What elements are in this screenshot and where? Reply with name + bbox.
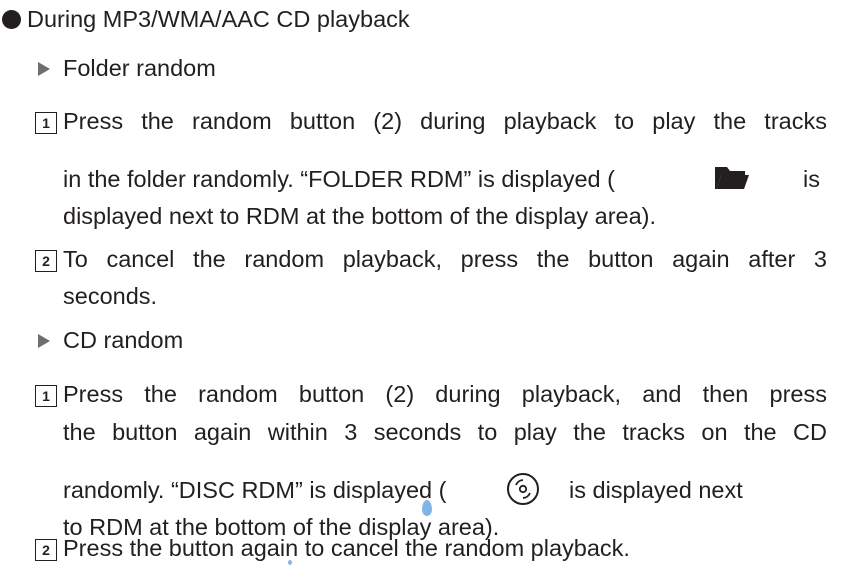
subsection-title-folder-random: Folder random <box>63 55 216 81</box>
step-text-line: is <box>803 166 820 192</box>
step-text-line: is displayed next <box>569 477 743 503</box>
step-number-2: 2 <box>35 250 57 272</box>
step-number-2: 2 <box>35 539 57 561</box>
step-text-line: Press the button again to cancel the ran… <box>63 535 630 561</box>
subsection-marker-icon <box>38 334 50 348</box>
subsection-marker-icon <box>38 62 50 76</box>
step-text-line: seconds. <box>63 283 158 309</box>
section-heading: During MP3/WMA/AAC CD playback <box>27 6 410 32</box>
decorative-mark <box>422 500 432 516</box>
step-text-line: Press the random button (2) during playb… <box>63 381 827 407</box>
step-text-line: randomly. “DISC RDM” is displayed ( <box>63 477 447 503</box>
subsection-title-cd-random: CD random <box>63 327 184 353</box>
step-text-line: displayed next to RDM at the bottom of t… <box>63 203 657 229</box>
step-text-line: in the folder randomly. “FOLDER RDM” is … <box>63 166 615 192</box>
disc-icon <box>506 472 540 512</box>
step-text-line: Press the random button (2) during playb… <box>63 108 827 134</box>
heading-bullet <box>2 10 21 29</box>
step-number-1: 1 <box>35 385 57 407</box>
step-text-line: the button again within 3 seconds to pla… <box>63 419 827 445</box>
step-text-line: To cancel the random playback, press the… <box>63 246 827 272</box>
folder-icon <box>713 163 751 197</box>
decorative-mark <box>288 560 292 565</box>
step-number-1: 1 <box>35 112 57 134</box>
